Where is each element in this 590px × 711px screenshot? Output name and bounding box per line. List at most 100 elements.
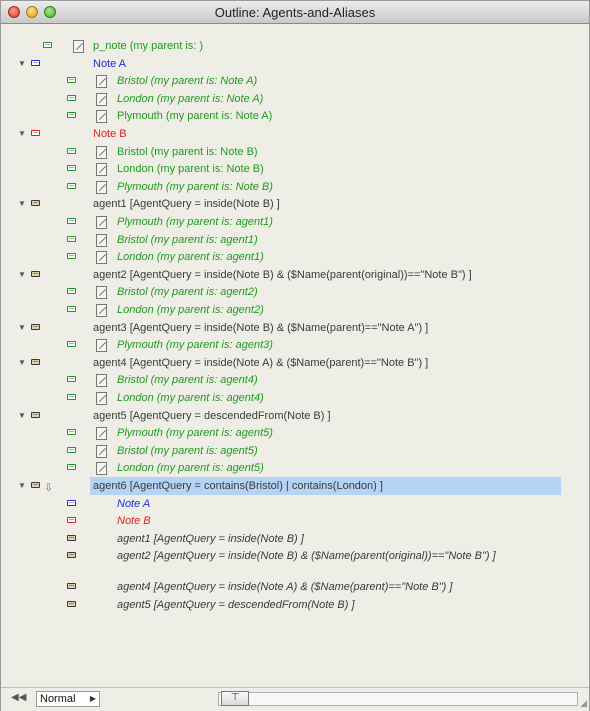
gray-note-icon [31,323,40,330]
outline-row[interactable]: Bristol (my parent is: agent5) [1,442,589,460]
outline-row[interactable]: ▼ Note A [1,55,589,73]
text-document-icon [96,427,107,441]
green-note-icon [67,112,76,119]
gray-note-icon [67,583,76,590]
outline-row[interactable]: London (my parent is: Note B) [1,160,589,178]
outline-row[interactable]: London (my parent is: agent4) [1,389,589,407]
outline-row[interactable]: p_note (my parent is: ) [1,37,589,55]
text-document-icon [73,40,84,53]
outline-row[interactable]: agent1 [AgentQuery = inside(Note B) ] [1,530,589,548]
outline-row-label: agent5 [AgentQuery = descendedFrom(Note … [93,409,331,422]
outline-row-label: agent4 [AgentQuery = inside(Note A) & ($… [117,581,453,594]
outline-window: Outline: Agents-and-Aliases p_note (my p… [0,0,590,711]
outline-view[interactable]: p_note (my parent is: ) ▼ Note A Bristol (m… [1,24,589,687]
text-document-icon [96,374,107,388]
outline-row[interactable]: ▼ agent3 [AgentQuery = inside(Note B) & (… [1,319,589,337]
outline-row-label: Plymouth (my parent is: agent5) [117,427,273,440]
horizontal-scrollbar[interactable] [218,692,578,706]
outline-row[interactable]: Plymouth (my parent is: agent1) [1,213,589,231]
green-note-icon [67,147,76,154]
expand-triangle-icon[interactable]: ▼ [18,266,28,284]
gray-note-icon [31,411,40,418]
outline-row-label: Plymouth (my parent is: agent3) [117,339,273,352]
outline-row-label: Plymouth (my parent is: Note B) [117,180,273,193]
outline-row[interactable]: Bristol (my parent is: agent2) [1,283,589,301]
outline-row[interactable]: Bristol (my parent is: agent4) [1,371,589,389]
gray-note-icon [67,601,76,607]
outline-row[interactable]: Bristol (my parent is: Note A) [1,72,589,90]
gray-note-icon [31,482,40,488]
outline-row-label: London (my parent is: Note A) [117,92,264,105]
outline-row[interactable]: Note B [1,512,589,530]
outline-row[interactable]: Bristol (my parent is: agent1) [1,231,589,249]
blue-note-icon [67,499,76,506]
outline-row[interactable]: ▼ Note B [1,125,589,143]
outline-row-label: London (my parent is: Note B) [117,163,264,176]
outline-row[interactable]: Plymouth (my parent is: Note A) [1,107,589,125]
text-document-icon [96,392,107,405]
outline-row-label: Bristol (my parent is: Note A) [117,75,258,88]
blue-note-icon [31,59,40,66]
red-note-icon [31,130,40,136]
expand-triangle-icon[interactable]: ▼ [18,407,28,425]
green-note-icon [67,77,76,84]
gray-note-icon [31,358,40,365]
green-note-icon [67,182,76,189]
dropdown-caret-icon: ▶ [89,694,96,703]
green-note-icon [67,306,76,312]
green-note-icon [67,288,76,295]
outline-row[interactable]: London (my parent is: Note A) [1,90,589,108]
outline-row[interactable]: ▼ ⇩ agent6 [AgentQuery = contains(Bristol)… [1,477,589,495]
text-document-icon [96,233,107,247]
outline-row-label: agent1 [AgentQuery = inside(Note B) ] [117,532,304,545]
title-bar[interactable]: Outline: Agents-and-Aliases [1,1,589,24]
status-bar: ◀◀ Normal ▶ ⊤ ◢ [1,687,589,711]
gray-note-icon [67,534,76,541]
split-handle-icon[interactable]: ⊤ [221,691,249,706]
red-note-icon [67,517,76,524]
green-note-icon [67,429,76,436]
green-note-icon [67,341,76,348]
gray-note-icon [31,200,40,207]
outline-row-label: Bristol (my parent is: agent4) [117,374,258,387]
text-document-icon [96,444,107,458]
expand-triangle-icon[interactable]: ▼ [18,125,28,143]
outline-row[interactable]: ▼ agent2 [AgentQuery = inside(Note B) & (… [1,266,589,284]
outline-row[interactable]: ▼ agent4 [AgentQuery = inside(Note A) & (… [1,354,589,372]
text-document-icon [96,180,107,194]
outline-row[interactable]: Plymouth (my parent is: Note B) [1,178,589,196]
expand-triangle-icon[interactable]: ▼ [18,477,28,495]
outline-row[interactable]: agent5 [AgentQuery = descendedFrom(Note … [1,596,589,614]
expand-triangle-icon[interactable]: ▼ [18,195,28,213]
view-mode-select[interactable]: Normal ▶ [36,691,100,707]
outline-row[interactable]: London (my parent is: agent2) [1,301,589,319]
outline-row-label: Bristol (my parent is: agent2) [117,286,258,299]
green-note-icon [67,394,76,400]
outline-row[interactable]: agent4 [AgentQuery = inside(Note A) & ($… [1,578,589,596]
outline-row[interactable]: London (my parent is: agent5) [1,459,589,477]
outline-row[interactable]: Plymouth (my parent is: agent3) [1,336,589,354]
outline-row-label: Note A [93,57,127,70]
outline-row[interactable]: agent2 [AgentQuery = inside(Note B) & ($… [1,547,589,565]
outline-row-label: London (my parent is: agent1) [117,251,264,264]
text-document-icon [96,75,107,89]
expand-triangle-icon[interactable]: ▼ [18,55,28,73]
green-note-icon [67,235,76,242]
green-note-icon [67,218,76,224]
green-note-icon [67,253,76,260]
outline-row-label: agent6 [AgentQuery = contains(Bristol) |… [93,480,383,492]
scroll-left-arrow-icon[interactable]: ◀◀ [11,692,26,703]
outline-row-label: agent5 [AgentQuery = descendedFrom(Note … [117,599,355,611]
outline-row[interactable]: ▼ agent1 [AgentQuery = inside(Note B) ] [1,195,589,213]
outline-row[interactable]: Plymouth (my parent is: agent5) [1,424,589,442]
resize-grip-icon[interactable]: ◢ [580,698,587,709]
outline-row[interactable]: Note A [1,495,589,513]
expand-triangle-icon[interactable]: ▼ [18,319,28,337]
outline-row-label: agent3 [AgentQuery = inside(Note B) & ($… [93,321,429,334]
outline-row[interactable]: ▼ agent5 [AgentQuery = descendedFrom(Note… [1,407,589,425]
expand-triangle-icon[interactable]: ▼ [18,354,28,372]
outline-row[interactable]: Bristol (my parent is: Note B) [1,143,589,161]
outline-row-label: Note B [93,128,127,140]
outline-row[interactable]: London (my parent is: agent1) [1,248,589,266]
gray-note-icon [31,270,40,277]
